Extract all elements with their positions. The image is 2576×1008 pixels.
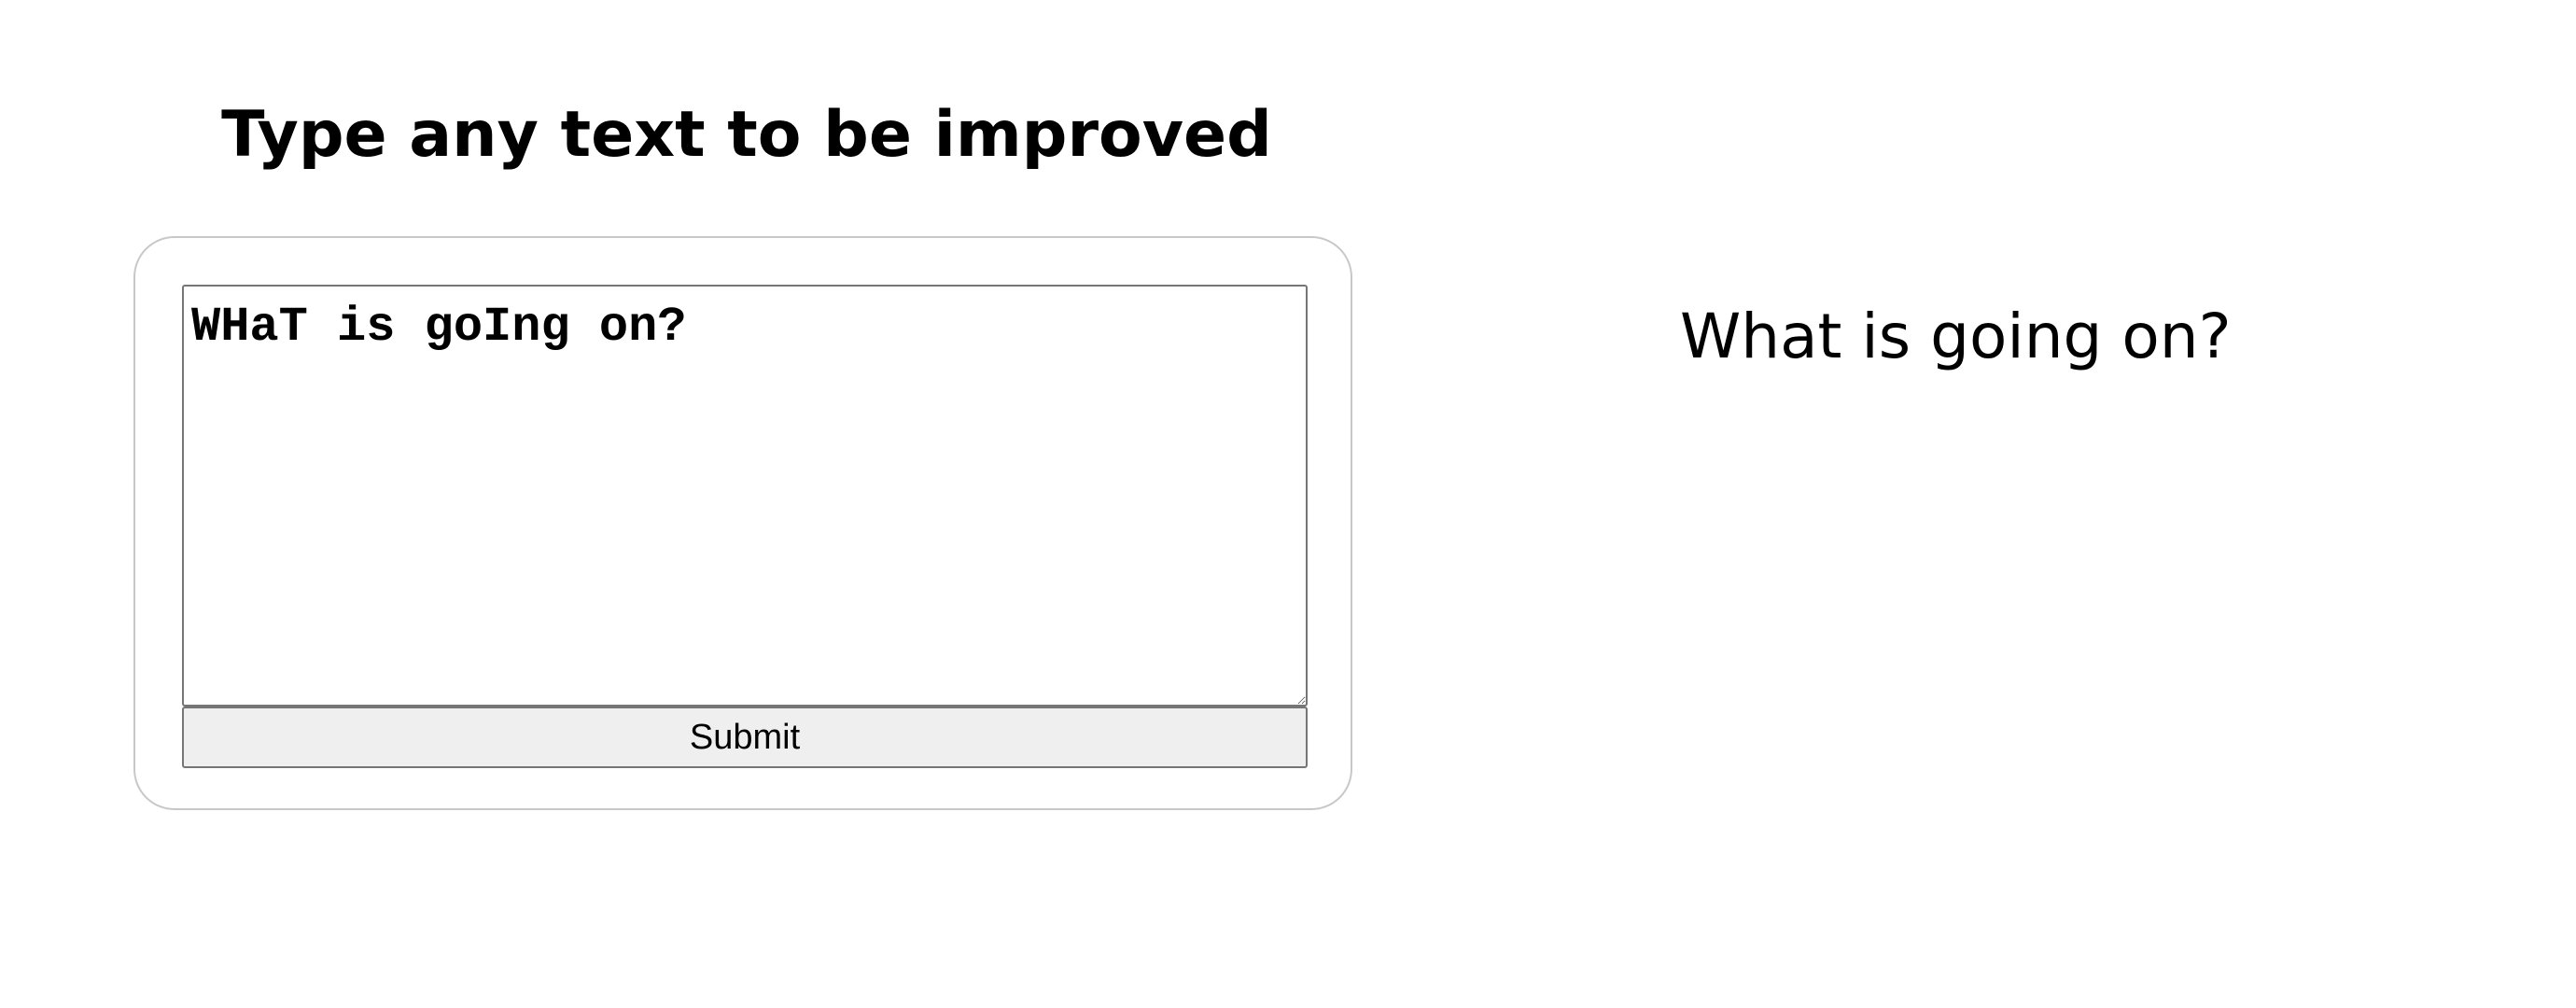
improved-text-output: What is going on? <box>1680 301 2232 372</box>
text-input[interactable]: WHaT is goIng on? <box>182 285 1308 707</box>
page-title: Type any text to be improved <box>221 98 1272 172</box>
submit-button[interactable]: Submit <box>182 707 1308 768</box>
input-form-card: WHaT is goIng on? Submit <box>133 236 1352 810</box>
